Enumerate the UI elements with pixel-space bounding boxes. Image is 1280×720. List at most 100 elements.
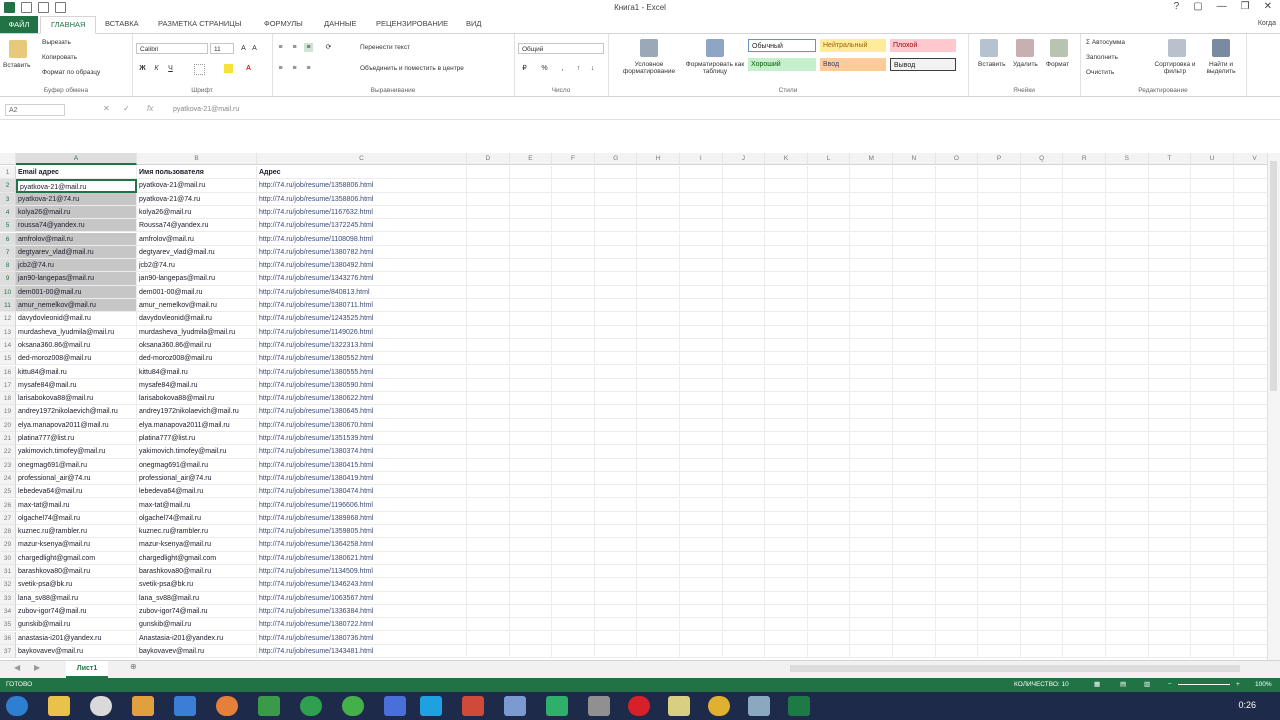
cell[interactable]	[637, 299, 680, 313]
cell[interactable]	[1148, 511, 1192, 526]
cell[interactable]: andrey1972nikolaevich@mail.ru	[16, 405, 137, 419]
column-header-K[interactable]: K	[765, 153, 808, 165]
cell[interactable]	[807, 471, 851, 486]
cell[interactable]	[935, 192, 979, 206]
tab-home[interactable]: ГЛАВНАЯ	[40, 16, 97, 34]
cell[interactable]	[509, 445, 553, 459]
folder-icon[interactable]	[132, 696, 154, 716]
cell[interactable]	[1063, 511, 1106, 526]
autosum-button[interactable]: Σ Автосумма	[1086, 39, 1125, 46]
cell[interactable]	[893, 338, 936, 353]
cell[interactable]: professional_air@74.ru	[137, 471, 257, 486]
cell[interactable]	[552, 498, 595, 512]
paste-button[interactable]: Вставить	[3, 62, 31, 69]
cell[interactable]	[978, 205, 1021, 220]
cell[interactable]	[807, 565, 851, 579]
cell[interactable]	[765, 392, 808, 406]
cell[interactable]	[552, 378, 595, 393]
cell[interactable]	[552, 392, 595, 406]
cell[interactable]	[594, 525, 638, 539]
cell[interactable]	[509, 618, 553, 632]
cell[interactable]	[594, 445, 638, 459]
cell[interactable]	[1020, 378, 1064, 393]
cell[interactable]: max-tat@mail.ru	[16, 498, 137, 512]
cell[interactable]	[850, 179, 893, 193]
firefox-icon[interactable]	[216, 696, 238, 716]
cell[interactable]	[1106, 604, 1149, 619]
cell[interactable]	[1063, 392, 1106, 406]
cell[interactable]	[978, 179, 1021, 193]
cell[interactable]	[680, 525, 723, 539]
row-header[interactable]: 1	[0, 166, 16, 180]
cell[interactable]	[552, 219, 595, 233]
cell[interactable]	[1106, 365, 1149, 379]
cell[interactable]	[1233, 472, 1268, 486]
cell[interactable]	[467, 604, 510, 619]
cell[interactable]	[1020, 538, 1064, 552]
horizontal-scroll-thumb[interactable]	[790, 665, 1240, 672]
cell[interactable]	[509, 338, 553, 353]
app-blue-icon[interactable]	[384, 696, 406, 716]
cell[interactable]	[1020, 312, 1064, 326]
cell[interactable]	[1233, 592, 1268, 605]
cell[interactable]	[467, 192, 510, 206]
cell[interactable]	[552, 604, 595, 619]
page-layout-icon[interactable]: ▤	[1120, 678, 1126, 692]
cell[interactable]: http://74.ru/job/resume/1380474.html	[257, 485, 467, 499]
cell[interactable]	[1020, 591, 1064, 605]
row-header[interactable]: 8	[0, 259, 16, 273]
cell[interactable]	[467, 498, 510, 512]
cell[interactable]	[467, 618, 510, 632]
cell[interactable]: http://74.ru/job/resume/1343276.html	[257, 272, 467, 286]
conditional-format-button[interactable]: Условное форматирование	[614, 61, 684, 75]
cell[interactable]	[467, 245, 510, 260]
cell[interactable]	[935, 259, 979, 273]
tab-file[interactable]: ФАЙЛ	[0, 16, 38, 33]
cell[interactable]	[1233, 366, 1268, 379]
cell[interactable]: kuznec.ru@rambler.ru	[16, 525, 137, 539]
cell[interactable]	[893, 432, 936, 446]
row-header[interactable]: 3	[0, 192, 16, 206]
format-cells-icon[interactable]	[1050, 39, 1068, 57]
cell[interactable]	[1233, 219, 1268, 233]
cell[interactable]	[467, 551, 510, 565]
cell[interactable]	[552, 272, 595, 286]
cell[interactable]	[509, 259, 553, 273]
row-header[interactable]: 2	[0, 179, 16, 193]
cell[interactable]	[765, 578, 808, 592]
cell[interactable]	[1063, 378, 1106, 393]
row-header[interactable]: 20	[0, 418, 16, 432]
cell[interactable]	[807, 631, 851, 645]
cell[interactable]	[1148, 245, 1192, 260]
cell[interactable]	[467, 392, 510, 406]
cell[interactable]: http://74.ru/job/resume/1380374.html	[257, 445, 467, 459]
cell[interactable]: ded-moroz008@mail.ru	[16, 352, 137, 366]
cell[interactable]	[850, 299, 893, 313]
cell[interactable]	[1020, 285, 1064, 299]
cell[interactable]	[1191, 166, 1234, 180]
cell[interactable]	[722, 338, 766, 353]
bold-icon[interactable]: Ж	[138, 64, 147, 73]
cell[interactable]	[893, 166, 936, 180]
cell[interactable]	[1020, 445, 1064, 459]
cell[interactable]	[765, 445, 808, 459]
word-icon[interactable]	[174, 696, 196, 716]
cell[interactable]	[1063, 418, 1106, 432]
style-input[interactable]: Ввод	[820, 58, 886, 71]
cell[interactable]	[594, 578, 638, 592]
chrome-icon[interactable]	[708, 696, 730, 716]
cell[interactable]	[850, 405, 893, 419]
cell[interactable]	[722, 591, 766, 605]
cell[interactable]	[1020, 259, 1064, 273]
cell[interactable]	[765, 272, 808, 286]
cell[interactable]	[1148, 591, 1192, 605]
cell[interactable]	[893, 511, 936, 526]
cell[interactable]	[935, 245, 979, 260]
cell[interactable]	[467, 511, 510, 526]
cell[interactable]	[637, 392, 680, 406]
cell[interactable]	[594, 166, 638, 180]
sort-filter-icon[interactable]	[1168, 39, 1186, 57]
row-header[interactable]: 17	[0, 378, 16, 393]
cell[interactable]: pyatkova-21@74.ru	[137, 192, 257, 206]
column-header-S[interactable]: S	[1106, 153, 1149, 165]
